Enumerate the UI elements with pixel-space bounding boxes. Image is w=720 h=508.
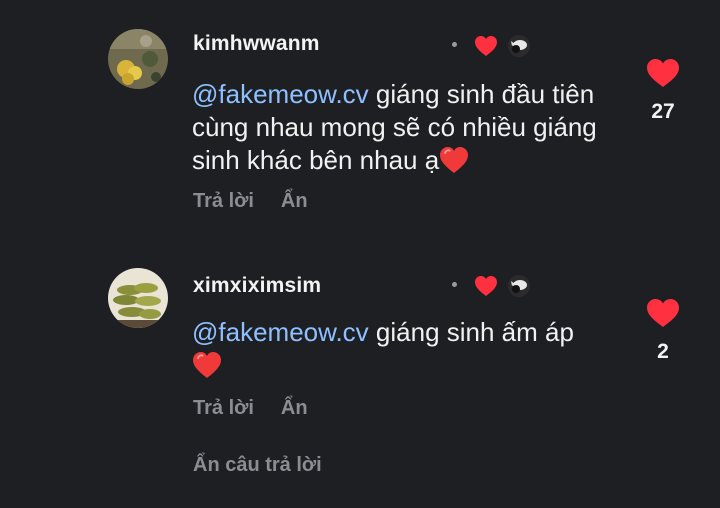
comment: kimhwwanm @fakemeow.cv giáng sinh đầu ti… <box>0 0 720 240</box>
comment-actions: Trả lời Ẩn <box>193 190 308 213</box>
red-heart-emoji-icon <box>440 147 469 173</box>
hide-replies-button[interactable]: Ẩn câu trả lời <box>193 454 322 477</box>
author-avatar <box>507 274 531 298</box>
hide-button[interactable]: Ẩn <box>281 190 308 213</box>
comment-thread: kimhwwanm @fakemeow.cv giáng sinh đầu ti… <box>0 0 720 508</box>
avatar[interactable] <box>108 268 168 328</box>
like-column: 27 <box>640 58 686 124</box>
hide-button[interactable]: Ẩn <box>281 397 308 420</box>
comment-actions: Trả lời Ẩn <box>193 397 308 420</box>
separator-dot <box>452 282 457 287</box>
comment-text: @fakemeow.cv giáng sinh đầu tiên cùng nh… <box>192 78 602 177</box>
reply-button[interactable]: Trả lời <box>193 397 254 420</box>
mention-link[interactable]: @fakemeow.cv <box>192 317 369 347</box>
like-heart-icon[interactable] <box>646 298 680 328</box>
author-liked-heart-icon <box>475 36 497 56</box>
avatar[interactable] <box>108 29 168 89</box>
username[interactable]: ximxiximsim <box>193 274 321 298</box>
comment-body: giáng sinh ấm áp <box>368 317 574 347</box>
author-avatar <box>507 34 531 58</box>
mention-link[interactable]: @fakemeow.cv <box>192 79 369 109</box>
like-heart-icon[interactable] <box>646 58 680 88</box>
reply-button[interactable]: Trả lời <box>193 190 254 213</box>
like-count: 2 <box>657 340 669 363</box>
comment: ximxiximsim @fakemeow.cv giáng sinh ấm á… <box>0 240 720 440</box>
separator-dot <box>452 42 457 47</box>
like-column: 2 <box>640 298 686 364</box>
red-heart-emoji-icon <box>193 352 221 378</box>
username[interactable]: kimhwwanm <box>193 32 320 56</box>
author-liked-heart-icon <box>475 276 497 296</box>
like-count: 27 <box>651 100 675 123</box>
comment-text: @fakemeow.cv giáng sinh ấm áp <box>192 316 602 382</box>
